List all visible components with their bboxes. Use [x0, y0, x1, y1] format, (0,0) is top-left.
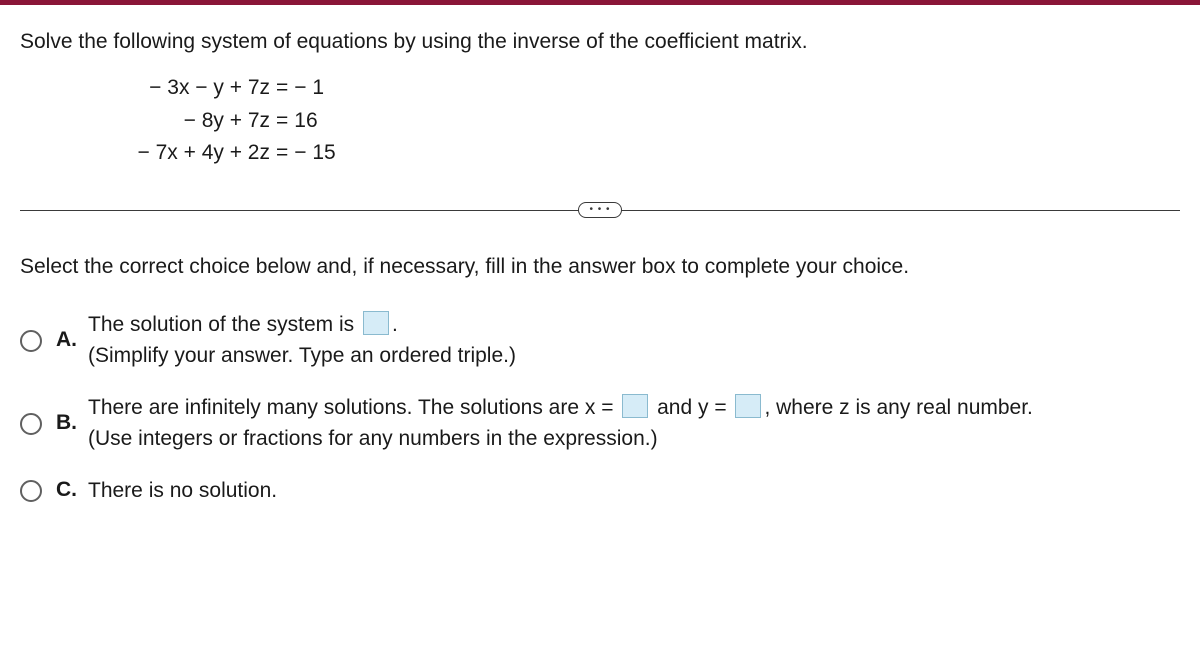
- answer-input-b-y[interactable]: [735, 394, 761, 418]
- equation-rhs: − 1: [294, 72, 324, 105]
- answer-input-a[interactable]: [363, 311, 389, 335]
- option-label-a: A.: [56, 328, 80, 352]
- equation-system: − 3x − y + 7z = − 1 − 8y + 7z = 16 − 7x …: [100, 72, 1180, 170]
- equation-rhs: 16: [294, 105, 317, 138]
- option-b-text-post: , where z is any real number.: [764, 396, 1032, 419]
- radio-c[interactable]: [20, 480, 42, 502]
- option-b: B. There are infinitely many solutions. …: [20, 392, 1180, 455]
- option-a-hint: (Simplify your answer. Type an ordered t…: [88, 344, 516, 367]
- option-body-b: There are infinitely many solutions. The…: [88, 392, 1180, 455]
- question-content: Solve the following system of equations …: [0, 5, 1200, 546]
- option-label-c: C.: [56, 478, 80, 502]
- equals-sign: =: [270, 105, 294, 138]
- equation-rhs: − 15: [294, 137, 335, 170]
- equation-lhs: − 8y + 7z: [100, 105, 270, 138]
- equals-sign: =: [270, 72, 294, 105]
- radio-a[interactable]: [20, 330, 42, 352]
- section-divider: • • •: [20, 200, 1180, 220]
- equation-lhs: − 7x + 4y + 2z: [100, 137, 270, 170]
- question-prompt: Solve the following system of equations …: [20, 30, 1180, 54]
- option-b-text-mid: and y =: [651, 396, 732, 419]
- option-a: A. The solution of the system is . (Simp…: [20, 309, 1180, 372]
- equation-lhs: − 3x − y + 7z: [100, 72, 270, 105]
- option-c-text: There is no solution.: [88, 479, 277, 502]
- option-c: C. There is no solution.: [20, 475, 1180, 507]
- expand-button[interactable]: • • •: [578, 202, 622, 218]
- option-body-c: There is no solution.: [88, 475, 1180, 507]
- answer-options: A. The solution of the system is . (Simp…: [20, 309, 1180, 507]
- answer-instruction: Select the correct choice below and, if …: [20, 255, 1180, 279]
- option-body-a: The solution of the system is . (Simplif…: [88, 309, 1180, 372]
- option-b-text-pre: There are infinitely many solutions. The…: [88, 396, 619, 419]
- option-a-text-pre: The solution of the system is: [88, 313, 360, 336]
- answer-input-b-x[interactable]: [622, 394, 648, 418]
- equals-sign: =: [270, 137, 294, 170]
- option-a-text-post: .: [392, 313, 398, 336]
- dots-icon: • • •: [589, 204, 610, 215]
- equation-row: − 8y + 7z = 16: [100, 105, 1180, 138]
- equation-row: − 7x + 4y + 2z = − 15: [100, 137, 1180, 170]
- radio-b[interactable]: [20, 413, 42, 435]
- equation-row: − 3x − y + 7z = − 1: [100, 72, 1180, 105]
- option-label-b: B.: [56, 411, 80, 435]
- option-b-hint: (Use integers or fractions for any numbe…: [88, 427, 658, 450]
